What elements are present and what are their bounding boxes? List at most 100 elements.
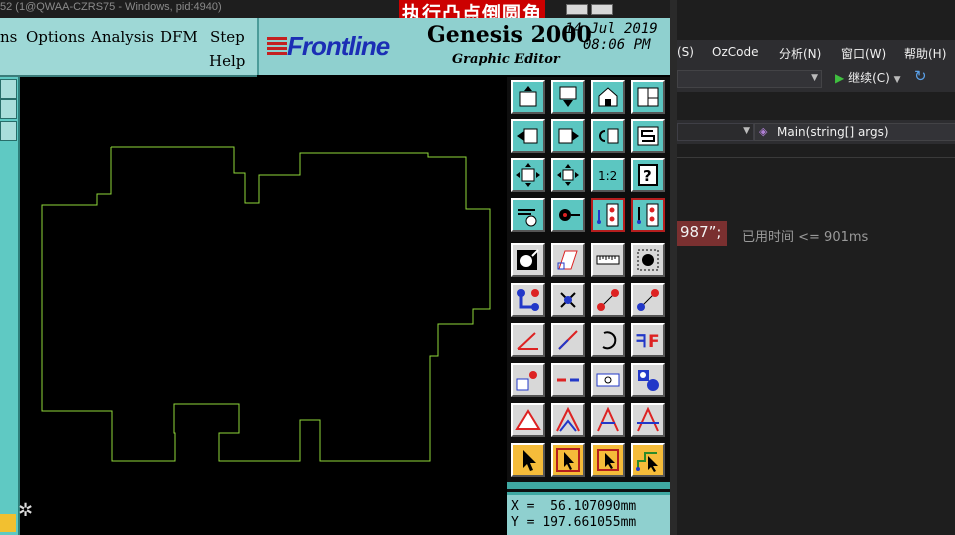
left-layer-strip (0, 77, 20, 535)
polygon-select-icon[interactable] (551, 243, 585, 277)
code-fragment: 987”; (680, 223, 722, 241)
fit-center-icon[interactable] (551, 158, 585, 192)
undo-zoom-icon[interactable] (591, 119, 625, 153)
connect-nodes-icon[interactable] (511, 283, 545, 317)
menu-item-step[interactable]: Step (210, 28, 245, 46)
move-point-icon[interactable] (591, 283, 625, 317)
y-label: Y (511, 515, 519, 530)
save-icon[interactable] (551, 80, 585, 114)
arch-a-icon[interactable] (591, 403, 625, 437)
zoom-out-arrow-icon[interactable] (551, 119, 585, 153)
ide-menubar: (S) OzCode 分析(N) 窗口(W) 帮助(H) (677, 40, 955, 64)
member-combo[interactable]: ◈ Main(string[] args) (754, 123, 955, 141)
logo-text: Frontline (287, 31, 390, 61)
maximize-button[interactable] (591, 4, 613, 15)
tools-palette-icon[interactable] (511, 198, 545, 232)
svg-text:1:2: 1:2 (598, 169, 617, 183)
window-controls[interactable] (566, 0, 616, 19)
layer-button-1[interactable] (0, 79, 17, 99)
menu-item-options[interactable]: Options (26, 28, 85, 46)
svg-text:?: ? (643, 167, 652, 185)
ruler-icon[interactable] (591, 243, 625, 277)
ide-toolbar: ▼ ▶ 继续(C) ▼ ↻ (677, 64, 955, 92)
ide-menu-help[interactable]: 帮助(H) (904, 45, 946, 62)
window-layout-icon[interactable] (631, 80, 665, 114)
pointer-box-icon[interactable] (551, 443, 585, 477)
ide-titlebar (677, 0, 955, 40)
panel-scroll-bar[interactable] (507, 482, 670, 489)
fit-all-icon[interactable] (511, 158, 545, 192)
app-subtitle: Graphic Editor (452, 52, 560, 67)
restart-icon[interactable]: ↻ (914, 67, 927, 85)
ide-menu-window[interactable]: 窗口(W) (841, 45, 886, 62)
window-separator (670, 0, 677, 535)
triangle-icon[interactable] (511, 403, 545, 437)
pad-select-icon[interactable] (511, 243, 545, 277)
cross-delete-icon[interactable] (551, 283, 585, 317)
angle-line-icon[interactable] (511, 323, 545, 357)
pointer-diamond-icon[interactable] (591, 443, 625, 477)
header-date: 14 Jul 2019 (565, 21, 658, 37)
menu-item-dfm[interactable]: DFM (160, 28, 198, 46)
menu-item-analysis[interactable]: Analysis (91, 28, 154, 46)
y-value: 197.661055mm (542, 515, 637, 530)
home-icon[interactable] (591, 80, 625, 114)
ide-config-combo[interactable]: ▼ (677, 70, 822, 88)
pointer-icon[interactable] (511, 443, 545, 477)
rotate-icon[interactable] (591, 323, 625, 357)
ide-menu-ozcode[interactable]: OzCode (712, 45, 758, 59)
layer-button-3[interactable] (0, 121, 17, 141)
move-point-2-icon[interactable] (631, 283, 665, 317)
x-label: X (511, 499, 519, 514)
open-job-icon[interactable] (511, 80, 545, 114)
code-editor[interactable] (677, 144, 955, 535)
svg-text:ᖷ: ᖷ (636, 332, 646, 352)
window-titlebar: 52 (1@QWAA-CZRS75 - Windows, pid:4940) 执… (0, 0, 677, 26)
mirror-f-icon[interactable]: ᖷF (631, 323, 665, 357)
dashed-pad-icon[interactable] (631, 243, 665, 277)
chevron-down-icon: ▼ (743, 126, 750, 136)
editor-rule (677, 157, 955, 158)
netlist-blue-icon[interactable] (591, 198, 625, 232)
menu-item-tools[interactable]: ns (0, 28, 17, 46)
scale-1-2-icon[interactable]: 1:2 (591, 158, 625, 192)
x-value: 56.107090mm (550, 499, 637, 514)
snake-shape-icon[interactable] (631, 119, 665, 153)
slot-icon[interactable] (591, 363, 625, 397)
method-icon: ◈ (759, 125, 768, 138)
tool-panel: 1:2 ? ᖷF (507, 77, 670, 535)
menu-item-help[interactable]: Help (209, 52, 245, 70)
header-time: 08:06 PM (583, 37, 651, 53)
diagonal-line-icon[interactable] (551, 323, 585, 357)
chevron-down-icon: ▼ (811, 73, 818, 83)
graphic-canvas[interactable] (20, 77, 507, 535)
svg-text:F: F (648, 332, 660, 352)
product-header: Frontline Genesis 2000 Graphic Editor 14… (257, 18, 677, 75)
pointer-route-icon[interactable] (631, 443, 665, 477)
layer-button-active[interactable] (0, 514, 16, 532)
ide-menu-s[interactable]: (S) (677, 45, 694, 59)
measure-pad-icon[interactable] (551, 198, 585, 232)
ide-navigation-bar: ▼ ◈ Main(string[] args) (677, 120, 955, 144)
ide-menu-analyze[interactable]: 分析(N) (779, 45, 821, 62)
board-outline (41, 146, 491, 462)
type-combo[interactable]: ▼ (677, 123, 754, 141)
string-highlight: 987”; (677, 221, 727, 246)
help-question-icon[interactable]: ? (631, 158, 665, 192)
netlist-black-icon[interactable] (631, 198, 665, 232)
continue-button[interactable]: ▶ 继续(C) ▼ (835, 69, 901, 86)
minimize-button[interactable] (566, 4, 588, 15)
resize-icon[interactable] (511, 363, 545, 397)
zoom-in-arrow-icon[interactable] (511, 119, 545, 153)
arch-b-icon[interactable] (631, 403, 665, 437)
member-name: Main(string[] args) (777, 125, 889, 139)
pad-group-icon[interactable] (631, 363, 665, 397)
frontline-logo: Frontline (267, 31, 427, 63)
arch-up-icon[interactable] (551, 403, 585, 437)
play-icon: ▶ (835, 71, 845, 85)
chevron-down-icon: ▼ (893, 75, 901, 85)
perf-tip: 已用时间 <= 901ms (742, 230, 869, 245)
ide-window: (S) OzCode 分析(N) 窗口(W) 帮助(H) ▼ ▶ 继续(C) ▼… (677, 0, 955, 535)
layer-button-2[interactable] (0, 99, 17, 119)
line-break-icon[interactable] (551, 363, 585, 397)
